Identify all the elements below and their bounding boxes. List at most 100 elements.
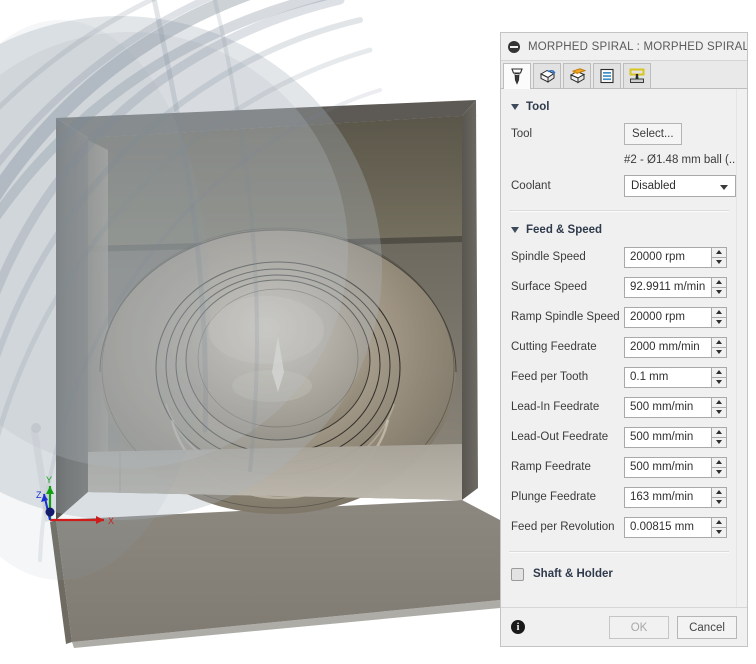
geometry-box-icon [539, 68, 556, 84]
tool-description: #2 - Ø1.48 mm ball (... [624, 154, 737, 166]
label-feed-per-tooth: Feed per Tooth [511, 371, 589, 383]
tool-select-button[interactable]: Select... [624, 123, 682, 145]
section-header-tool[interactable]: Tool [501, 95, 737, 119]
label-lead-in-feedrate: Lead-In Feedrate [511, 401, 600, 413]
feed-per-revolution-input[interactable] [624, 516, 711, 538]
tab-tool[interactable] [503, 63, 531, 89]
tab-linking[interactable] [623, 63, 651, 88]
row-shaft-holder[interactable]: Shaft & Holder [501, 561, 737, 587]
passes-layers-icon [599, 68, 615, 84]
caret-down-icon [511, 227, 519, 233]
lead-out-feedrate-stepper[interactable] [624, 426, 727, 448]
tab-passes[interactable] [593, 63, 621, 88]
feed-per-tooth-increment[interactable] [711, 366, 727, 377]
spindle-speed-increment[interactable] [711, 246, 727, 257]
ramp-feedrate-stepper[interactable] [624, 456, 727, 478]
row-feed-per-tooth: Feed per Tooth [501, 362, 737, 392]
cutting-feedrate-increment[interactable] [711, 336, 727, 347]
lead-in-feedrate-stepper[interactable] [624, 396, 727, 418]
heights-box-icon [569, 68, 586, 84]
feed-per-revolution-stepper[interactable] [624, 516, 727, 538]
row-lead-in-feedrate: Lead-In Feedrate [501, 392, 737, 422]
endmill-tool-icon [509, 68, 525, 85]
label-feed-per-revolution: Feed per Revolution [511, 521, 615, 533]
shaft-holder-label: Shaft & Holder [533, 568, 613, 580]
dialog-footer: i OK Cancel [501, 607, 747, 646]
surface-speed-increment[interactable] [711, 276, 727, 287]
feed-per-tooth-decrement[interactable] [711, 377, 727, 388]
tab-strip [501, 61, 747, 89]
label-lead-out-feedrate: Lead-Out Feedrate [511, 431, 609, 443]
ramp-feedrate-decrement[interactable] [711, 467, 727, 478]
ramp-spindle-speed-increment[interactable] [711, 306, 727, 317]
feed-per-tooth-input[interactable] [624, 366, 711, 388]
ok-button[interactable]: OK [609, 615, 669, 639]
operation-dialog: MORPHED SPIRAL : MORPHED SPIRAL2 Tool To… [500, 32, 748, 647]
ramp-spindle-speed-stepper[interactable] [624, 306, 727, 328]
spindle-speed-decrement[interactable] [711, 257, 727, 268]
dialog-header: MORPHED SPIRAL : MORPHED SPIRAL2 [501, 33, 747, 61]
dialog-title: MORPHED SPIRAL : MORPHED SPIRAL2 [528, 40, 747, 53]
ramp-spindle-speed-input[interactable] [624, 306, 711, 328]
panel-scrollbar[interactable] [736, 89, 747, 607]
row-coolant: Coolant Disabled [501, 171, 737, 201]
feed-per-revolution-increment[interactable] [711, 516, 727, 527]
shaft-holder-checkbox[interactable] [511, 567, 524, 581]
tab-geometry[interactable] [533, 63, 561, 88]
row-surface-speed: Surface Speed [501, 272, 737, 302]
label-cutting-feedrate: Cutting Feedrate [511, 341, 597, 353]
info-icon[interactable]: i [511, 620, 525, 634]
section-title-feed-speed: Feed & Speed [526, 224, 603, 236]
spindle-speed-input[interactable] [624, 246, 711, 268]
row-tool-description: #2 - Ø1.48 mm ball (... [501, 149, 737, 171]
cancel-button[interactable]: Cancel [677, 615, 737, 639]
label-coolant: Coolant [511, 180, 551, 192]
lead-in-feedrate-input[interactable] [624, 396, 711, 418]
row-spindle-speed: Spindle Speed [501, 242, 737, 272]
lead-out-feedrate-input[interactable] [624, 426, 711, 448]
collapse-minus-icon[interactable] [508, 40, 520, 53]
surface-speed-decrement[interactable] [711, 287, 727, 298]
lead-in-feedrate-increment[interactable] [711, 396, 727, 407]
plunge-feedrate-input[interactable] [624, 486, 711, 508]
row-feed-per-revolution: Feed per Revolution [501, 512, 737, 542]
cutting-feedrate-stepper[interactable] [624, 336, 727, 358]
label-ramp-feedrate: Ramp Feedrate [511, 461, 591, 473]
ramp-feedrate-input[interactable] [624, 456, 711, 478]
ramp-spindle-speed-decrement[interactable] [711, 317, 727, 328]
cutting-feedrate-decrement[interactable] [711, 347, 727, 358]
viewport-canvas: X Y Z [0, 0, 500, 648]
label-tool: Tool [511, 128, 533, 140]
linking-ramp-icon [629, 68, 645, 84]
axis-label-z: Z [36, 490, 42, 500]
row-ramp-spindle-speed: Ramp Spindle Speed [501, 302, 737, 332]
plunge-feedrate-decrement[interactable] [711, 497, 727, 508]
section-header-feed-speed[interactable]: Feed & Speed [501, 218, 737, 242]
plunge-feedrate-increment[interactable] [711, 486, 727, 497]
ramp-feedrate-increment[interactable] [711, 456, 727, 467]
feed-speed-rows: Spindle Speed Surface Speed Ramp Spindle S… [501, 242, 737, 542]
surface-speed-input[interactable] [624, 276, 711, 298]
plunge-feedrate-stepper[interactable] [624, 486, 727, 508]
coolant-select[interactable]: Disabled [624, 175, 736, 197]
lead-in-feedrate-decrement[interactable] [711, 407, 727, 418]
tab-heights[interactable] [563, 63, 591, 88]
row-plunge-feedrate: Plunge Feedrate [501, 482, 737, 512]
feed-per-tooth-stepper[interactable] [624, 366, 727, 388]
3d-viewport[interactable]: X Y Z [0, 0, 500, 664]
row-cutting-feedrate: Cutting Feedrate [501, 332, 737, 362]
chevron-down-icon [720, 185, 728, 190]
label-spindle-speed: Spindle Speed [511, 251, 586, 263]
spindle-speed-stepper[interactable] [624, 246, 727, 268]
lead-out-feedrate-decrement[interactable] [711, 437, 727, 448]
cutting-feedrate-input[interactable] [624, 336, 711, 358]
divider [509, 210, 729, 212]
section-title-tool: Tool [526, 101, 550, 113]
dialog-scroll-body: Tool Tool Select... #2 - Ø1.48 mm ball (… [501, 89, 747, 607]
row-tool: Tool Select... [501, 119, 737, 149]
surface-speed-stepper[interactable] [624, 276, 727, 298]
lead-out-feedrate-increment[interactable] [711, 426, 727, 437]
coolant-value: Disabled [631, 180, 676, 192]
label-surface-speed: Surface Speed [511, 281, 588, 293]
feed-per-revolution-decrement[interactable] [711, 527, 727, 538]
